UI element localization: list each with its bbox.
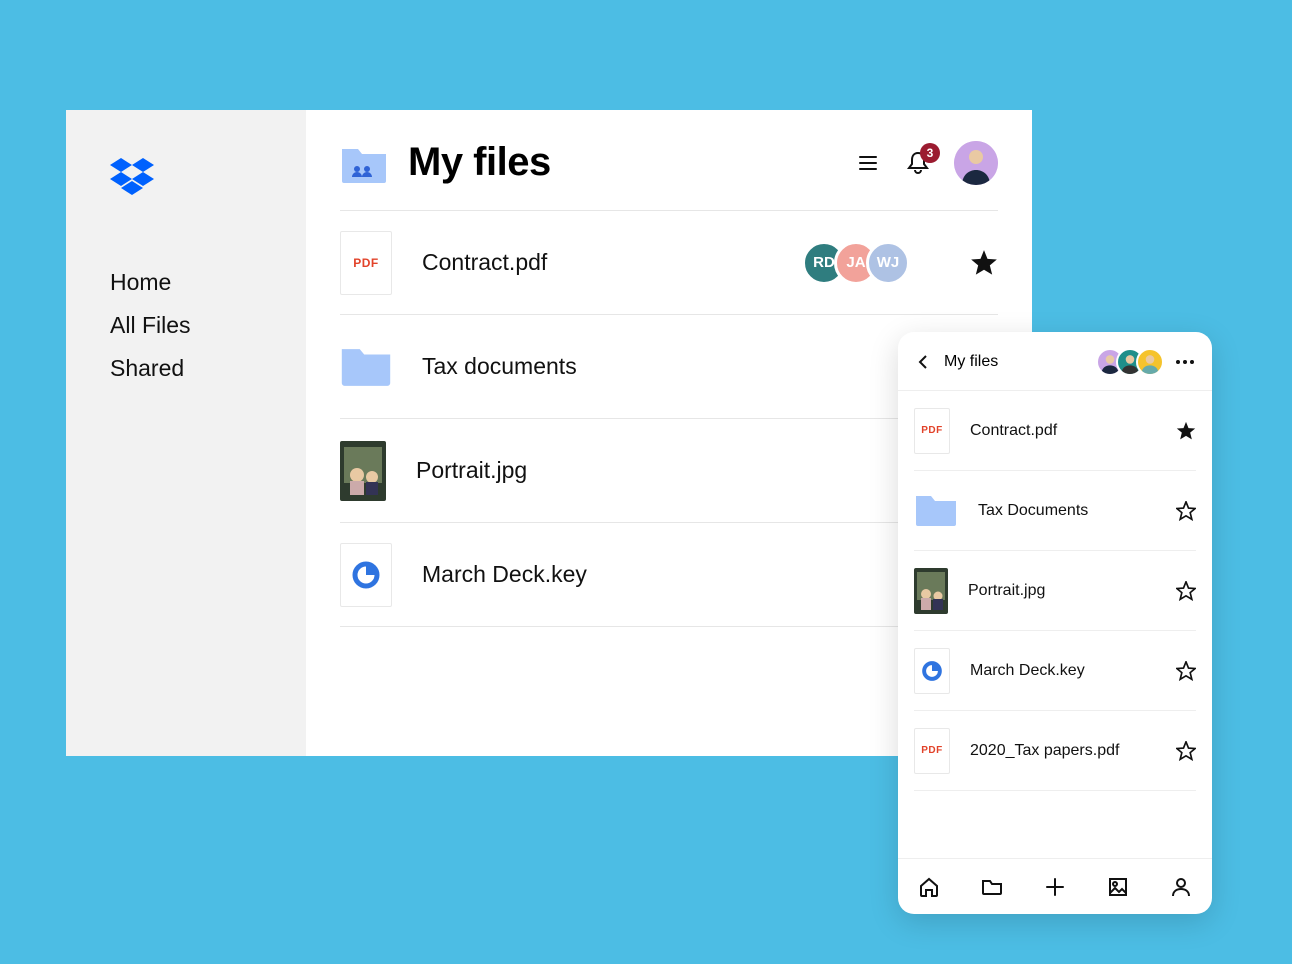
photo-thumbnail-icon [914,568,948,614]
tab-photos-icon[interactable] [1105,874,1131,900]
star-icon[interactable] [1176,741,1196,761]
mobile-panel: My files PDF Contract.pdf Tax Documents … [898,332,1212,914]
tab-add-icon[interactable] [1042,874,1068,900]
user-avatar[interactable] [954,141,998,185]
photo-thumbnail-icon [340,441,386,501]
sidebar-nav: Home All Files Shared [66,261,306,390]
sidebar-item-home[interactable]: Home [66,261,306,304]
star-icon[interactable] [1176,581,1196,601]
sidebar-item-shared[interactable]: Shared [66,347,306,390]
file-name: Contract.pdf [422,249,802,276]
notification-count-badge: 3 [920,143,940,163]
tab-home-icon[interactable] [916,874,942,900]
more-options-icon[interactable] [1174,351,1196,373]
shared-folder-icon [340,143,388,183]
pdf-file-icon: PDF [914,728,950,774]
mobile-tabbar [898,858,1212,914]
mobile-shared-avatars[interactable] [1096,348,1164,376]
tab-files-icon[interactable] [979,874,1005,900]
file-row[interactable]: PDF Contract.pdf RD JA WJ [340,211,998,315]
sidebar-item-all-files[interactable]: All Files [66,304,306,347]
shared-avatars[interactable]: RD JA WJ [802,241,910,285]
pdf-file-icon: PDF [340,231,392,295]
avatar-chip: WJ [866,241,910,285]
back-chevron-icon[interactable] [914,352,934,372]
file-row[interactable]: March Deck.key [914,631,1196,711]
dropbox-logo-icon[interactable] [110,158,306,201]
notification-bell-icon[interactable]: 3 [904,149,932,177]
file-name: Tax Documents [978,502,1176,520]
folder-icon [914,491,958,531]
star-icon[interactable] [1176,501,1196,521]
folder-icon [340,341,392,393]
star-icon[interactable] [1176,421,1196,441]
file-row[interactable]: PDF Contract.pdf [914,391,1196,471]
sidebar: Home All Files Shared [66,110,306,756]
tab-account-icon[interactable] [1168,874,1194,900]
keynote-file-icon [914,648,950,694]
header-actions: 3 [854,141,998,185]
page-title: My files [408,140,854,185]
mobile-header: My files [898,332,1212,390]
file-name: Contract.pdf [970,422,1176,440]
file-row[interactable]: Portrait.jpg [914,551,1196,631]
file-name: 2020_Tax papers.pdf [970,742,1176,760]
file-name: Portrait.jpg [968,582,1176,600]
avatar [1136,348,1164,376]
list-view-icon[interactable] [854,149,882,177]
mobile-title: My files [944,353,1096,371]
file-name: March Deck.key [970,662,1176,680]
keynote-file-icon [340,543,392,607]
star-icon[interactable] [1176,661,1196,681]
desktop-window: Home All Files Shared My files [66,110,1032,756]
pdf-file-icon: PDF [914,408,950,454]
file-row[interactable]: Tax Documents [914,471,1196,551]
mobile-file-list: PDF Contract.pdf Tax Documents Portrait.… [898,390,1212,858]
main-header: My files 3 [306,140,1032,210]
file-row[interactable]: PDF 2020_Tax papers.pdf [914,711,1196,791]
star-icon[interactable] [970,249,998,277]
